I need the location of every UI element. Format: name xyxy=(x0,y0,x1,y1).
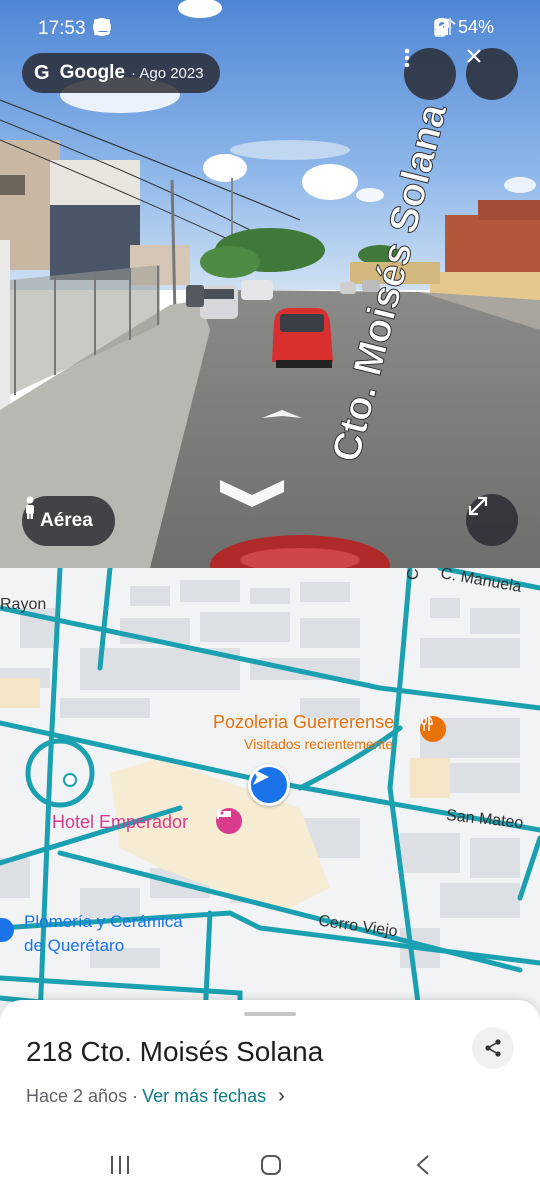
more-options-button[interactable] xyxy=(404,48,456,100)
poi-visited-label: Visitados recientemente xyxy=(244,736,394,752)
google-g-icon: G xyxy=(34,61,50,84)
home-button[interactable] xyxy=(261,1155,281,1175)
poi-pozoleria-label[interactable]: Pozoleria Guerrerense xyxy=(213,712,394,733)
hotel-icon[interactable] xyxy=(216,808,242,834)
imagery-age: Hace 2 años · xyxy=(26,1086,139,1106)
street-view-panorama[interactable]: Cto. Moisés Solana 17:53 54% G Google · … xyxy=(0,0,540,568)
poi-plomeria-label-2: de Querétaro xyxy=(24,936,125,955)
close-button[interactable] xyxy=(466,48,518,100)
share-button[interactable] xyxy=(472,1027,514,1069)
more-vert-icon xyxy=(404,48,410,68)
place-address: 218 Cto. Moisés Solana xyxy=(26,1036,324,1067)
poi-hotel-label[interactable]: Hotel Emperador xyxy=(52,812,188,833)
status-bar: 17:53 54% xyxy=(0,14,540,44)
battery-percent: 54% xyxy=(457,17,494,37)
restaurant-icon[interactable] xyxy=(420,716,446,742)
current-position-icon xyxy=(248,764,290,806)
share-icon xyxy=(485,1039,501,1057)
pegman-icon xyxy=(26,496,34,519)
chevron-right-icon[interactable]: › xyxy=(278,1085,285,1108)
map-view[interactable]: Rayon Cto C. Manuela Pozoleria Guerreren… xyxy=(0,568,540,1018)
back-button[interactable] xyxy=(416,1155,429,1175)
aerial-view-button[interactable]: Aérea xyxy=(22,496,115,546)
street-label-cto: Cto xyxy=(405,568,423,580)
android-nav-bar xyxy=(0,1150,540,1190)
drag-handle[interactable] xyxy=(244,1012,296,1016)
expand-icon xyxy=(468,496,488,516)
imagery-age-row: Hace 2 años · Ver más fechas › xyxy=(26,1085,285,1108)
aerial-label: Aérea xyxy=(40,510,93,531)
street-label-rayon: Rayon xyxy=(0,596,47,613)
capture-date: · Ago 2023 xyxy=(131,64,204,82)
close-icon xyxy=(467,49,481,63)
imagery-info-pill[interactable]: G Google · Ago 2023 xyxy=(22,53,220,93)
place-bottom-sheet[interactable]: 218 Cto. Moisés Solana Hace 2 años · Ver… xyxy=(0,1000,540,1199)
fullscreen-button[interactable] xyxy=(466,494,518,546)
status-time: 17:53 xyxy=(38,18,86,39)
recents-button[interactable] xyxy=(111,1156,129,1174)
brand-label: Google xyxy=(59,62,126,83)
more-dates-link[interactable]: Ver más fechas xyxy=(142,1086,266,1107)
poi-plomeria-label[interactable]: Plomería y Cerámica xyxy=(24,912,183,932)
